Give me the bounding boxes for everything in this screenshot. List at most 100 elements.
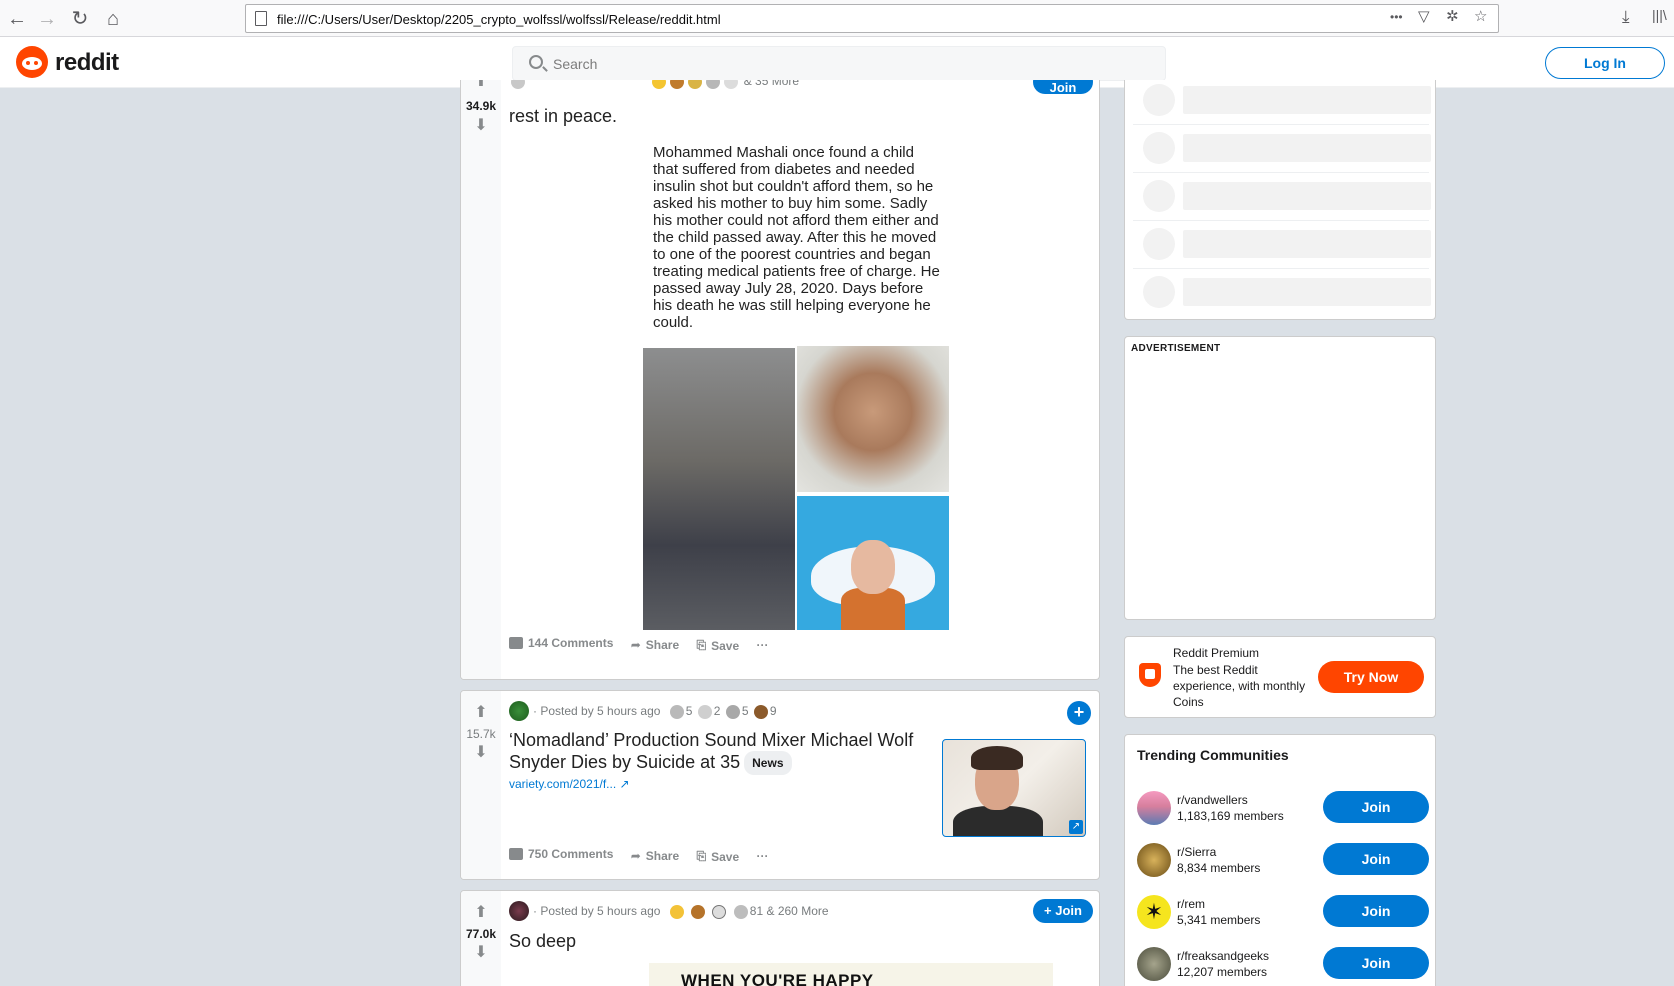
upvote-icon[interactable]: ⬆ <box>473 905 489 921</box>
community-members: 1,183,169 members <box>1177 809 1284 823</box>
subreddit-avatar[interactable] <box>509 701 529 721</box>
browser-toolbar: ← → ↻ ⌂ file:///C:/Users/User/Desktop/22… <box>0 0 1674 37</box>
awards-more: & 260 More <box>766 904 829 918</box>
join-button[interactable]: Join <box>1033 80 1093 95</box>
community-join-button[interactable]: Join <box>1323 947 1429 979</box>
external-link[interactable]: variety.com/2021/f... ↗ <box>509 777 630 791</box>
award-icon <box>650 80 740 89</box>
sidebar-loading-card <box>1124 80 1436 320</box>
url-text: file:///C:/Users/User/Desktop/2205_crypt… <box>277 12 721 27</box>
skeleton-row <box>1133 272 1431 312</box>
library-icon[interactable]: |||\ <box>1652 7 1667 23</box>
vote-score: 34.9k <box>465 99 497 113</box>
downvote-icon[interactable]: ⬇ <box>473 118 489 134</box>
trending-communities-card: Trending Communities r/vandwellers 1,183… <box>1124 734 1436 986</box>
community-name[interactable]: r/rem <box>1177 897 1205 911</box>
award-icon <box>733 904 748 919</box>
reddit-logo-icon[interactable] <box>16 46 48 78</box>
vote-column: ⬆ 34.9k ⬇ <box>461 80 501 679</box>
home-icon[interactable]: ⌂ <box>100 6 126 32</box>
community-join-button[interactable]: Join <box>1323 895 1429 927</box>
premium-title: Reddit Premium <box>1173 646 1260 660</box>
post-flair[interactable]: News <box>744 751 792 776</box>
community-avatar <box>1137 791 1171 825</box>
comments-button[interactable]: 144 Comments <box>509 636 613 650</box>
url-bar[interactable]: file:///C:/Users/User/Desktop/2205_crypt… <box>245 4 1499 33</box>
forward-icon[interactable]: → <box>34 6 60 32</box>
post-image-illustration[interactable] <box>797 496 949 630</box>
more-options-button[interactable]: ··· <box>756 849 768 863</box>
bookmark-icon: ⎘ <box>696 638 707 652</box>
more-options-button[interactable]: ··· <box>756 638 768 652</box>
community-avatar: ✶ <box>1137 895 1171 929</box>
share-button[interactable]: ➦ Share <box>631 638 679 652</box>
login-button[interactable]: Log In <box>1545 47 1665 79</box>
save-button[interactable]: ⎘ Save <box>696 638 739 653</box>
trending-title: Trending Communities <box>1137 747 1289 763</box>
vote-score: 77.0k <box>465 927 497 941</box>
community-item[interactable]: ✶ r/rem 5,341 members Join <box>1137 893 1429 933</box>
community-avatar <box>1137 947 1171 981</box>
subreddit-avatar <box>511 80 525 89</box>
community-join-button[interactable]: Join <box>1323 843 1429 875</box>
post-actions: 144 Comments ➦ Share ⎘ Save ··· <box>509 636 782 653</box>
award-icon <box>712 904 727 919</box>
reload-icon[interactable]: ↻ <box>67 6 93 32</box>
community-item[interactable]: r/Sierra 8,834 members Join <box>1137 841 1429 881</box>
post-card[interactable]: ⬆ 15.7k ⬇ · Posted by 5 hours ago 5 2 5 … <box>460 690 1100 880</box>
external-link-icon: ↗ <box>1069 820 1083 834</box>
upvote-icon[interactable]: ⬆ <box>473 705 489 721</box>
award-icon <box>669 704 684 719</box>
pocket-icon[interactable]: ▽ <box>1418 7 1430 25</box>
community-item[interactable]: r/freaksandgeeks 12,207 members Join <box>1137 945 1429 985</box>
subreddit-avatar[interactable] <box>509 901 529 921</box>
post-image-portrait[interactable] <box>797 346 949 492</box>
community-name[interactable]: r/freaksandgeeks <box>1177 949 1269 963</box>
award-icon <box>669 904 684 919</box>
page-icon <box>255 11 267 26</box>
download-icon[interactable]: ⤓ <box>1622 7 1630 27</box>
premium-description: The best Reddit experience, with monthly… <box>1173 663 1306 709</box>
reddit-wordmark[interactable]: reddit <box>55 49 119 77</box>
post-title[interactable]: So deep <box>509 931 576 952</box>
save-button[interactable]: ⎘ Save <box>696 849 739 864</box>
post-title[interactable]: rest in peace. <box>509 106 617 127</box>
post-image[interactable]: WHEN YOU'RE HAPPY <box>649 963 1053 986</box>
page-actions-button[interactable]: ••• <box>1390 10 1403 24</box>
extension-icon[interactable]: ✲ <box>1446 7 1459 25</box>
awards-more: & 35 More <box>743 80 800 88</box>
post-image-caption: Mohammed Mashali once found a child that… <box>653 144 940 331</box>
search-input[interactable]: Search <box>512 46 1166 81</box>
post-image-photo[interactable] <box>643 348 795 630</box>
try-now-button[interactable]: Try Now <box>1318 661 1424 693</box>
bookmark-star-icon[interactable]: ☆ <box>1474 7 1487 25</box>
post-meta: · Posted by 5 hours ago 81 & 260 More <box>533 904 829 919</box>
back-icon[interactable]: ← <box>4 6 30 32</box>
skeleton-row <box>1133 224 1431 264</box>
post-title[interactable]: ‘Nomadland’ Production Sound Mixer Micha… <box>509 729 929 776</box>
community-join-button[interactable]: Join <box>1323 791 1429 823</box>
vote-column: ⬆ 77.0k ⬇ <box>461 891 501 986</box>
upvote-icon[interactable]: ⬆ <box>473 80 489 90</box>
community-name[interactable]: r/vandwellers <box>1177 793 1248 807</box>
award-icon <box>753 704 768 719</box>
post-thumbnail[interactable]: ↗ <box>942 739 1086 837</box>
vote-column: ⬆ 15.7k ⬇ <box>461 691 501 879</box>
downvote-icon[interactable]: ⬇ <box>473 745 489 761</box>
share-button[interactable]: ➦ Share <box>631 849 679 863</box>
post-card[interactable]: ⬆ 34.9k ⬇ & 35 More Join rest in peace. … <box>460 80 1100 680</box>
community-avatar <box>1137 843 1171 877</box>
premium-shield-icon <box>1139 663 1161 687</box>
community-item[interactable]: r/vandwellers 1,183,169 members Join <box>1137 789 1429 829</box>
search-icon <box>529 55 543 69</box>
join-plus-button[interactable]: + <box>1067 701 1091 725</box>
skeleton-row <box>1133 80 1431 120</box>
skeleton-row <box>1133 176 1431 216</box>
downvote-icon[interactable]: ⬇ <box>473 945 489 961</box>
post-card[interactable]: ⬆ 77.0k ⬇ · Posted by 5 hours ago 81 & 2… <box>460 890 1100 986</box>
join-button[interactable]: + Join <box>1033 899 1093 923</box>
community-members: 8,834 members <box>1177 861 1261 875</box>
comments-button[interactable]: 750 Comments <box>509 847 613 861</box>
award-icon <box>725 704 740 719</box>
community-name[interactable]: r/Sierra <box>1177 845 1216 859</box>
